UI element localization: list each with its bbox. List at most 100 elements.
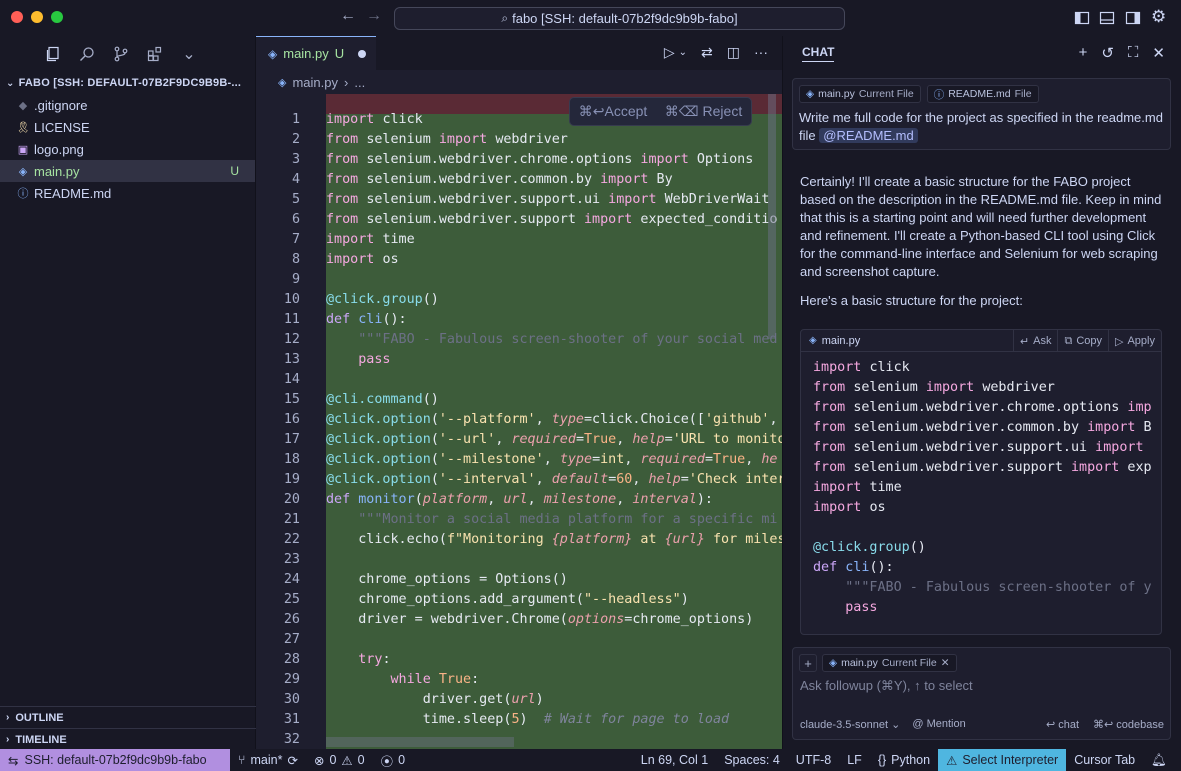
breadcrumb-file[interactable]: main.py xyxy=(292,75,338,90)
branch-indicator[interactable]: ⑂ main* ⟳ xyxy=(230,753,306,768)
chat-title[interactable]: CHAT xyxy=(802,45,835,62)
indentation[interactable]: Spaces: 4 xyxy=(716,753,788,767)
run-play-icon[interactable]: ▷ xyxy=(664,44,675,61)
horizontal-scrollbar[interactable] xyxy=(326,737,514,747)
line-number: 14 xyxy=(283,371,300,387)
readme-mention[interactable]: @README.md xyxy=(819,128,918,143)
end-of-line[interactable]: LF xyxy=(839,753,870,767)
copy-button[interactable]: ⧉ Copy xyxy=(1057,330,1108,352)
more-actions-icon[interactable]: ··· xyxy=(754,44,768,61)
code-token: webdriver xyxy=(495,131,568,147)
code-line: 13 pass xyxy=(256,349,782,369)
notifications-bell-icon[interactable]: 🔔︎ xyxy=(1143,753,1175,768)
play-icon: ▷ xyxy=(1115,335,1124,348)
code-token: {url} xyxy=(664,531,705,547)
gear-icon[interactable]: ⚙ xyxy=(1151,7,1167,26)
forward-arrow-icon[interactable]: → xyxy=(366,7,382,25)
user-message[interactable]: ◈ main.py Current File ⓘ README.md File Write… xyxy=(792,78,1171,150)
python-icon: ◈ xyxy=(829,657,838,669)
source-control-icon[interactable] xyxy=(112,45,130,63)
compare-changes-icon[interactable]: ⇄ xyxy=(701,44,713,61)
chat-submit-button[interactable]: ↩ chat xyxy=(1046,718,1079,731)
timeline-section[interactable]: › TIMELINE xyxy=(0,728,256,750)
maximize-icon[interactable]: ⛶ xyxy=(1128,44,1139,62)
code-token: url xyxy=(503,491,528,507)
breadcrumb-more[interactable]: ... xyxy=(354,75,365,90)
line-content: from selenium import webdriver xyxy=(326,132,568,147)
codebase-submit-button[interactable]: ⌘↩ codebase xyxy=(1093,718,1164,731)
toggle-secondary-sidebar-icon[interactable] xyxy=(1125,10,1141,26)
code-token: from xyxy=(813,400,854,415)
select-interpreter-button[interactable]: ⚠ Select Interpreter xyxy=(938,749,1067,771)
toggle-panel-icon[interactable] xyxy=(1099,10,1115,26)
context-pill[interactable]: ⓘ README.md File xyxy=(926,85,1039,103)
file-item[interactable]: ▣ logo.png xyxy=(0,138,255,160)
toggle-primary-sidebar-icon[interactable] xyxy=(1074,10,1090,26)
encoding[interactable]: UTF-8 xyxy=(788,753,839,767)
file-item[interactable]: ◈ main.py U xyxy=(0,160,255,182)
code-token: , xyxy=(632,471,649,487)
cursor-tab-toggle[interactable]: Cursor Tab xyxy=(1066,753,1143,767)
line-content: driver = webdriver.Chrome(options=chrome… xyxy=(326,612,753,627)
code-token: ( xyxy=(430,451,439,467)
mention-button[interactable]: @ Mention xyxy=(912,718,965,730)
context-pill-current-file[interactable]: ◈ main.py Current File ✕ xyxy=(822,654,957,672)
accept-diff-button[interactable]: ⌘↩Accept xyxy=(579,103,648,120)
close-icon[interactable]: ✕ xyxy=(1152,44,1165,62)
followup-input[interactable]: Ask followup (⌘Y), ↑ to select xyxy=(800,678,973,694)
ports-indicator[interactable]: ⦿ 0 xyxy=(373,751,413,770)
problems-indicator[interactable]: ⊗ 0 ⚠ 0 xyxy=(306,753,373,768)
explorer-files-icon[interactable] xyxy=(44,45,62,63)
chevron-down-icon[interactable]: ⌄ xyxy=(180,45,198,63)
search-icon[interactable] xyxy=(78,45,96,63)
code-token: pass xyxy=(326,351,391,367)
code-token: f"Monitoring xyxy=(446,531,552,547)
command-center-search[interactable]: ⌕ fabo [SSH: default-07b2f9dc9b9b-fabo] xyxy=(394,7,845,30)
cursor-position[interactable]: Ln 69, Col 1 xyxy=(633,753,716,767)
file-name: LICENSE xyxy=(34,119,90,135)
unsaved-dot-icon[interactable] xyxy=(358,49,367,58)
tab-main-py[interactable]: ◈ main.py U xyxy=(256,36,376,70)
code-line: 27 xyxy=(256,629,782,649)
reject-diff-button[interactable]: ⌘⌫ Reject xyxy=(665,103,742,120)
sync-icon[interactable]: ⟳ xyxy=(287,753,297,768)
explorer-root-folder[interactable]: ⌄ FABO [SSH: DEFAULT-07B2F9DC9B9B-... xyxy=(0,72,255,94)
remote-indicator[interactable]: ⇆ SSH: default-07b2f9dc9b9b-fabo xyxy=(0,749,230,771)
file-item[interactable]: 🎗 LICENSE xyxy=(0,116,255,138)
apply-button[interactable]: ▷ Apply xyxy=(1108,330,1161,352)
add-context-plus-icon[interactable]: + xyxy=(799,654,817,672)
context-pill[interactable]: ◈ main.py Current File xyxy=(799,85,921,103)
vertical-scrollbar[interactable] xyxy=(768,94,776,339)
code-token: , xyxy=(616,431,633,447)
split-editor-icon[interactable]: ◫ xyxy=(727,44,740,61)
history-icon[interactable]: ↺ xyxy=(1101,44,1114,62)
tab-untracked-badge: U xyxy=(334,46,345,61)
context-pills: ◈ main.py Current File ⓘ README.md File xyxy=(799,85,1164,103)
model-selector[interactable]: claude-3.5-sonnet ⌄ xyxy=(800,718,900,731)
outline-section[interactable]: › OUTLINE xyxy=(0,706,256,728)
code-token: ( xyxy=(430,471,439,487)
apply-label: Apply xyxy=(1127,335,1155,347)
status-bar: ⇆ SSH: default-07b2f9dc9b9b-fabo ⑂ main*… xyxy=(0,749,1181,771)
close-window-button[interactable] xyxy=(11,11,23,23)
line-number: 5 xyxy=(291,191,300,207)
code-token: = xyxy=(680,471,689,487)
chat-input-box[interactable]: + ◈ main.py Current File ✕ Ask followup … xyxy=(792,647,1171,740)
code-editor[interactable]: ⌘↩Accept ⌘⌫ Reject 1 import click 2 from se… xyxy=(256,94,782,749)
maximize-window-button[interactable] xyxy=(51,11,63,23)
line-content: chrome_options.add_argument("--headless"… xyxy=(326,592,689,607)
file-item[interactable]: ◆ .gitignore xyxy=(0,94,255,116)
code-token: platform xyxy=(422,491,488,507)
file-item[interactable]: ⓘ README.md xyxy=(0,182,255,204)
chevron-down-icon[interactable]: ⌄ xyxy=(679,47,687,61)
code-token: from xyxy=(326,211,367,227)
ask-button[interactable]: ↵ Ask xyxy=(1012,330,1058,352)
code-line: 25 chrome_options.add_argument("--headle… xyxy=(256,589,782,609)
line-number: 22 xyxy=(283,531,300,547)
close-icon[interactable]: ✕ xyxy=(941,657,950,669)
new-chat-plus-icon[interactable]: + xyxy=(1079,44,1088,62)
language-mode[interactable]: {} Python xyxy=(870,753,938,767)
extensions-icon[interactable] xyxy=(146,45,164,63)
back-arrow-icon[interactable]: ← xyxy=(340,7,356,25)
minimize-window-button[interactable] xyxy=(31,11,43,23)
